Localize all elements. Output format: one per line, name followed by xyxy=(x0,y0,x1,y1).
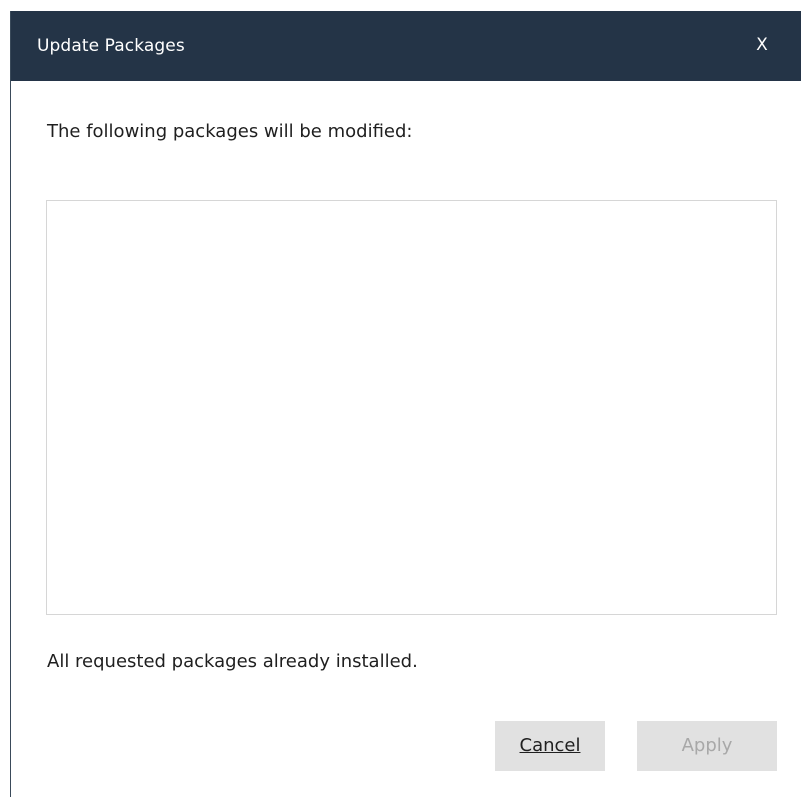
modification-message: The following packages will be modified: xyxy=(47,121,413,142)
dialog-titlebar[interactable]: Update Packages X xyxy=(11,11,801,81)
update-packages-dialog: Update Packages X The following packages… xyxy=(10,11,801,797)
package-list[interactable] xyxy=(46,200,777,615)
dialog-title: Update Packages xyxy=(37,36,185,56)
close-button[interactable]: X xyxy=(748,31,776,59)
apply-button[interactable]: Apply xyxy=(637,721,777,771)
cancel-button[interactable]: Cancel xyxy=(495,721,605,771)
status-message: All requested packages already installed… xyxy=(47,651,418,672)
